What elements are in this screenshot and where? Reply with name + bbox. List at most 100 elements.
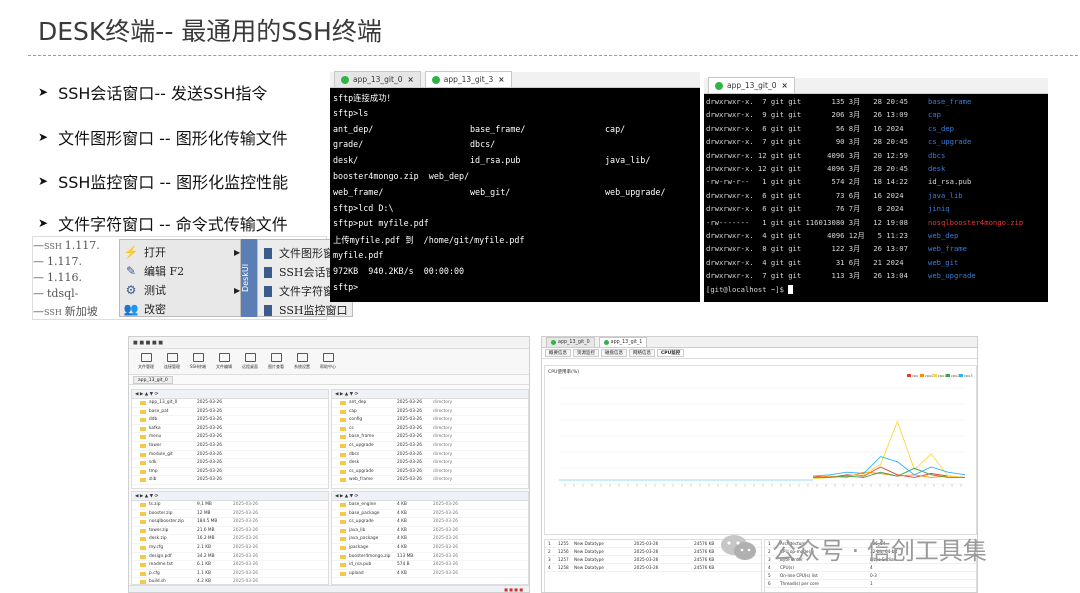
folder-icon bbox=[140, 580, 146, 584]
toolbar-button[interactable]: 连接管理 bbox=[161, 351, 183, 373]
toolbar-button[interactable]: 帮助中心 bbox=[317, 351, 339, 373]
terminal-tab-active[interactable]: app_13_git_0 × bbox=[708, 77, 795, 93]
terminal-screen[interactable]: drwxrwxr-x. 7 git git 135 3月 28 20:45 bas… bbox=[704, 94, 1048, 302]
toolbar-button[interactable]: 远程桌面 bbox=[239, 351, 261, 373]
subtab-network[interactable]: 网络信息 bbox=[629, 349, 655, 357]
file-row[interactable]: cap 2025-03-26 directory bbox=[332, 408, 528, 417]
file-cell: base_pat bbox=[149, 408, 169, 414]
file-row[interactable]: booster4mongo.zip 113 MB 2025-03-26 bbox=[332, 553, 528, 562]
file-row[interactable]: sdk 2025-03-26 bbox=[132, 459, 328, 468]
subtab-disk[interactable]: 磁盘信息 bbox=[601, 349, 627, 357]
tab-label: app_13_git_0 bbox=[727, 81, 777, 90]
submenu-item-ssh-monitor[interactable]: SSH监控窗口 bbox=[264, 302, 347, 318]
file-row[interactable]: config 2025-03-26 directory bbox=[332, 416, 528, 425]
file-row[interactable]: app_13_git_0 2025-03-26 bbox=[132, 399, 328, 408]
file-row[interactable]: ddb 2025-03-26 bbox=[132, 416, 328, 425]
file-row[interactable]: cs_upgrade 2025-03-26 directory bbox=[332, 468, 528, 477]
terminal-screen[interactable]: sftp连接成功！ sftp>ls ant_dep/base_frame/cap/g… bbox=[330, 88, 700, 302]
menu-item-open[interactable]: ⚡ 打开 ▶ bbox=[124, 244, 241, 260]
toolbar-button[interactable]: 文件管理 bbox=[135, 351, 157, 373]
tree-item[interactable]: — tdsql- bbox=[33, 287, 78, 300]
file-cell bbox=[483, 476, 513, 484]
file-row[interactable]: ant_dep 2025-03-26 directory bbox=[332, 399, 528, 408]
terminal-tab[interactable]: app_13_git_0 × bbox=[334, 71, 421, 87]
file-row[interactable]: nosqlbooster.zip 184.5 MB 2025-03-26 bbox=[132, 518, 328, 527]
file-row[interactable]: module_git 2025-03-26 bbox=[132, 451, 328, 460]
file-row[interactable]: cs_upgrade 4 KB 2025-03-26 bbox=[332, 518, 528, 527]
toolbar-button[interactable]: 文件编辑 bbox=[213, 351, 235, 373]
file-row[interactable]: cs 2025-03-26 directory bbox=[332, 425, 528, 434]
folder-icon bbox=[140, 520, 146, 525]
file-cell: 16.2 MB bbox=[197, 536, 215, 542]
table-row[interactable]: 5 On-line CPU(s) list 0-3 bbox=[765, 572, 976, 580]
menu-item-edit[interactable]: ✎ 编辑 F2 bbox=[124, 263, 184, 279]
toolbar-button[interactable]: 图片查看 bbox=[265, 351, 287, 373]
close-icon[interactable]: × bbox=[498, 75, 504, 84]
menu-item-change-password[interactable]: 👥 改密 bbox=[124, 301, 166, 317]
toolbar-icon bbox=[296, 353, 308, 362]
file-row[interactable]: zlib 2025-03-26 bbox=[132, 476, 328, 485]
file-row[interactable]: base_pat 2025-03-26 bbox=[132, 408, 328, 417]
file-row[interactable]: id_rsa.pub 574 B 2025-03-26 bbox=[332, 561, 528, 570]
file-row[interactable]: upload 4 KB 2025-03-26 bbox=[332, 570, 528, 579]
file-row[interactable]: kafka 2025-03-26 bbox=[132, 425, 328, 434]
file-cell bbox=[283, 501, 313, 509]
tree-item[interactable]: —1.116. bbox=[33, 271, 82, 284]
file-row[interactable]: java_package 4 KB 2025-03-26 bbox=[332, 535, 528, 544]
menu-item-test[interactable]: ⚙ 测试 ▶ bbox=[124, 282, 241, 298]
file-row[interactable]: dbcs 2025-03-26 directory bbox=[332, 451, 528, 460]
file-row[interactable]: desk.zip 16.2 MB 2025-03-26 bbox=[132, 535, 328, 544]
status-dot-icon bbox=[341, 75, 349, 84]
file-row[interactable]: my.cfg 2.1 KB 2025-03-26 bbox=[132, 544, 328, 553]
tree-item[interactable]: —SSH 1.117. bbox=[33, 239, 100, 252]
folder-icon bbox=[140, 469, 146, 474]
terminal-tab-active[interactable]: app_13_git_3 × bbox=[424, 71, 512, 87]
file-row[interactable]: desk 2025-03-26 directory bbox=[332, 459, 528, 468]
file-row[interactable]: tmp 2025-03-26 bbox=[132, 468, 328, 477]
file-cell: upload bbox=[349, 570, 364, 576]
file-cell: 2025-03-26 bbox=[433, 536, 458, 542]
subtab-resources[interactable]: 资源监控 bbox=[573, 349, 599, 357]
file-row[interactable]: design.pdf 34.2 MB 2025-03-26 bbox=[132, 553, 328, 562]
folder-icon bbox=[140, 443, 146, 448]
file-row[interactable]: booster.zip 12 MB 2025-03-26 bbox=[132, 510, 328, 519]
file-row[interactable]: base_engine 4 KB 2025-03-26 bbox=[332, 501, 528, 510]
file-row[interactable]: tower 2025-03-26 bbox=[132, 442, 328, 451]
file-row[interactable]: menu 2025-03-26 bbox=[132, 433, 328, 442]
terminal-text: web_frame/ bbox=[333, 186, 384, 197]
file-row[interactable]: ts.zip 9.1 MB 2025-03-26 bbox=[132, 501, 328, 510]
terminal-line: ant_dep/base_frame/cap/ bbox=[333, 124, 625, 134]
file-row[interactable]: base_package 4 KB 2025-03-26 bbox=[332, 510, 528, 519]
window-title: ■ ■ ■ ■ ■ bbox=[133, 339, 163, 346]
subtab-cpu[interactable]: CPU监控 bbox=[657, 349, 685, 357]
listing-row: drwxrwxr-x. 7 git git 135 3月 28 20:45 bas… bbox=[706, 97, 971, 107]
terminal-text: sftp> bbox=[333, 281, 359, 292]
subtab-overview[interactable]: 概要信息 bbox=[545, 349, 571, 357]
table-row[interactable]: 6 Thread(s) per core 1 bbox=[765, 580, 976, 588]
tree-item[interactable]: —SSH 新加坡 bbox=[33, 303, 98, 319]
listing-row: -rw------- 1 git git 116013080 3月 12 19:… bbox=[706, 218, 1023, 228]
file-row[interactable]: cs_upgrade 2025-03-26 directory bbox=[332, 442, 528, 451]
toolbar-button[interactable]: 系统设置 bbox=[291, 351, 313, 373]
terminal-text: java_lib/ bbox=[605, 155, 651, 166]
monitor-tab-active[interactable]: app_13_git_1 bbox=[598, 337, 648, 347]
monitor-tab[interactable]: app_13_git_0 bbox=[546, 337, 595, 347]
terminal-text: grade/ bbox=[333, 139, 364, 150]
file-row[interactable]: tower.zip 21.6 MB 2025-03-26 bbox=[132, 527, 328, 536]
session-tab[interactable]: app_13_git_0 bbox=[133, 375, 173, 384]
folder-icon bbox=[340, 503, 346, 507]
file-row[interactable]: jpackage 4 KB 2025-03-26 bbox=[332, 544, 528, 553]
file-row[interactable]: web_frame 2025-03-26 directory bbox=[332, 476, 528, 485]
file-row[interactable]: readme.txt 6.1 KB 2025-03-26 bbox=[132, 561, 328, 570]
series-line bbox=[812, 456, 966, 477]
file-row[interactable]: java_lib 4 KB 2025-03-26 bbox=[332, 527, 528, 536]
file-row[interactable]: p.cfg 1.1 KB 2025-03-26 bbox=[132, 570, 328, 579]
file-cell bbox=[283, 544, 313, 552]
tree-item[interactable]: —1.117. bbox=[33, 255, 82, 268]
toolbar-button[interactable]: SSH终端 bbox=[187, 351, 209, 373]
file-row[interactable]: base_frame 2025-03-26 directory bbox=[332, 433, 528, 442]
file-cell: 4 KB bbox=[397, 502, 407, 507]
close-icon[interactable]: × bbox=[781, 81, 787, 90]
file-row[interactable]: build.sh 4.2 KB 2025-03-26 bbox=[132, 578, 328, 584]
close-icon[interactable]: × bbox=[407, 75, 413, 84]
